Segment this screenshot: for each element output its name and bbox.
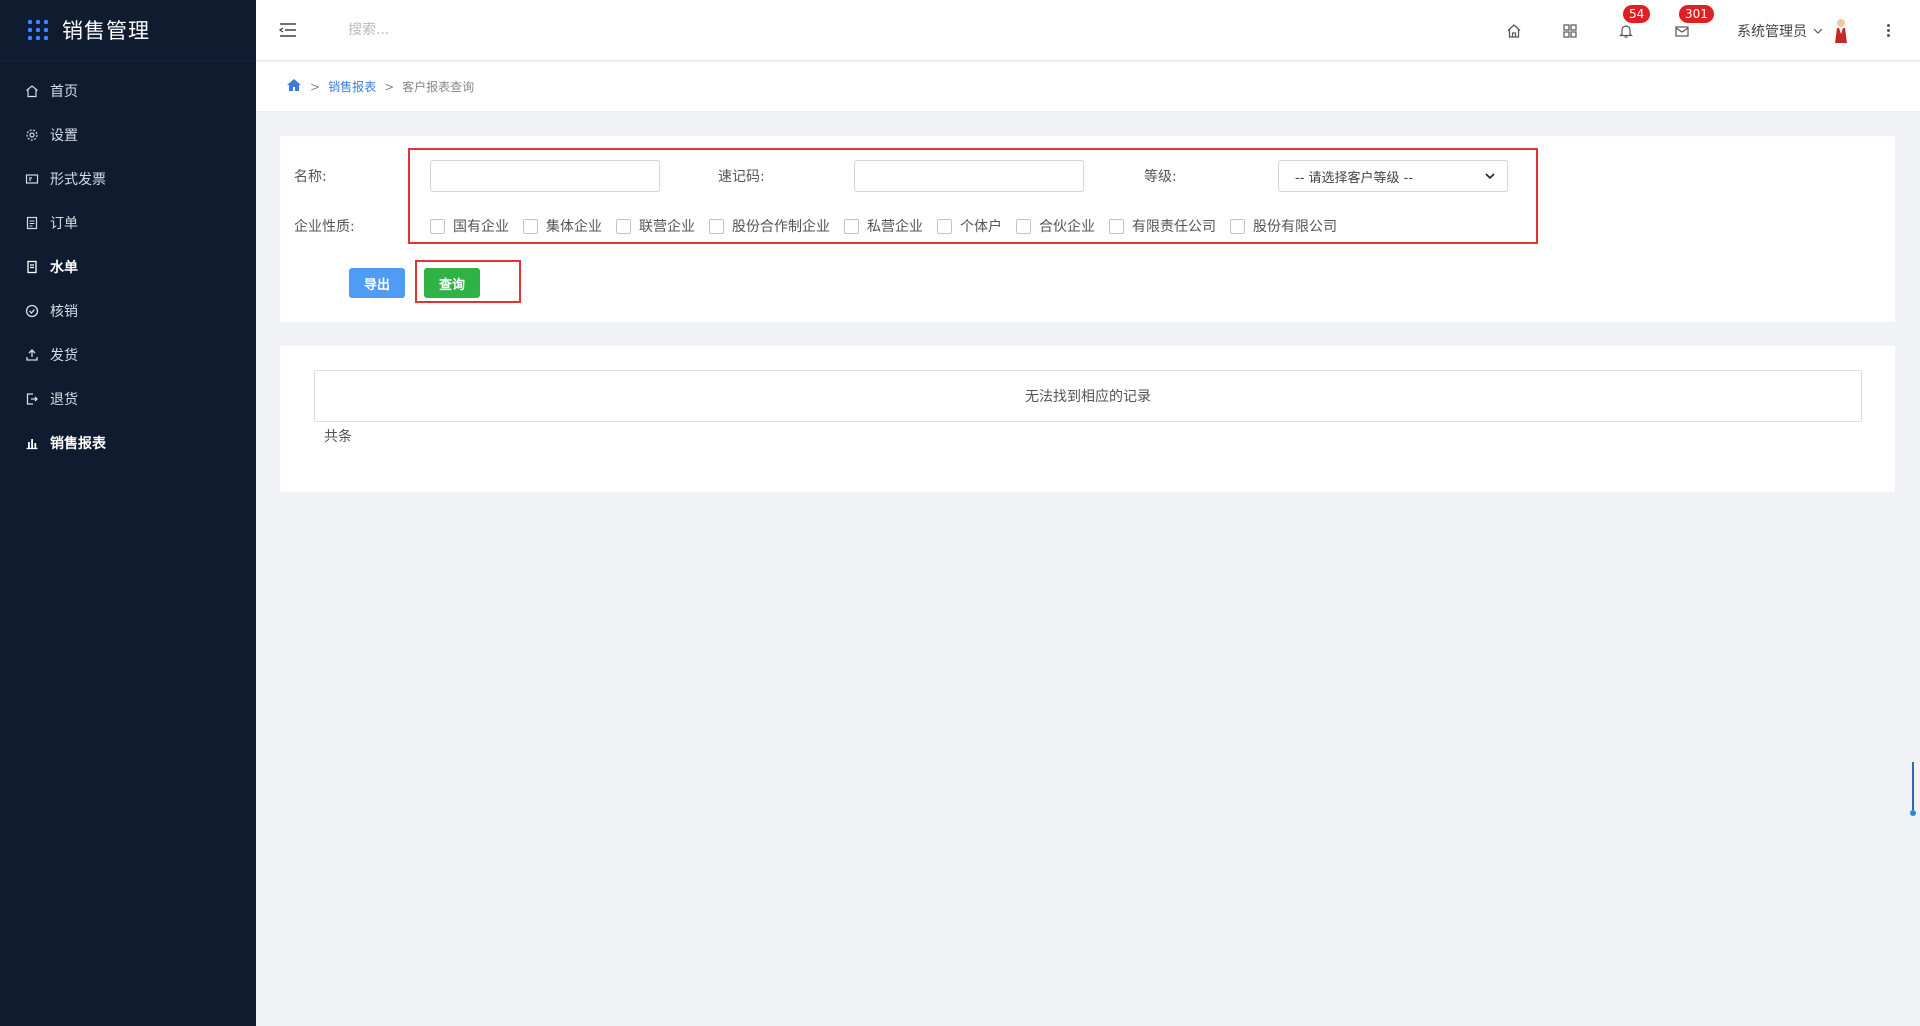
breadcrumb: > 销售报表 > 客户报表查询 [256, 62, 1920, 112]
nature-checkbox-7[interactable]: 有限责任公司 [1109, 216, 1216, 236]
chevron-down-icon[interactable] [1813, 23, 1823, 39]
user-name[interactable]: 系统管理员 [1737, 21, 1807, 41]
sidebar-item-5[interactable]: 核销 [0, 289, 256, 333]
scroll-indicator[interactable] [1910, 762, 1916, 818]
checkbox-label: 个体户 [960, 219, 1002, 235]
sidebar-item-7[interactable]: 退货 [0, 377, 256, 421]
sidebar-item-label: 首页 [50, 84, 78, 100]
nature-checkbox-6[interactable]: 合伙企业 [1016, 216, 1095, 236]
nature-checkbox-8[interactable]: 股份有限公司 [1230, 216, 1337, 236]
sidebar: 销售管理 首页设置形式发票订单水单核销发货退货销售报表 [0, 0, 256, 1026]
top-header: 54 301 系统管理员 [256, 0, 1920, 61]
breadcrumb-separator: > [384, 79, 395, 94]
receipt-icon [24, 259, 40, 275]
checkbox-box[interactable] [1109, 218, 1124, 234]
export-button[interactable]: 导出 [349, 268, 405, 298]
sidebar-item-label: 设置 [50, 128, 78, 144]
sidebar-item-label: 订单 [50, 216, 78, 232]
search-input[interactable] [348, 22, 648, 38]
checkbox-box[interactable] [430, 218, 445, 234]
brand: 销售管理 [0, 0, 256, 61]
gear-icon [24, 127, 40, 143]
checkbox-box[interactable] [844, 218, 859, 234]
sidebar-item-8[interactable]: 销售报表 [0, 421, 256, 465]
name-input[interactable] [430, 160, 660, 192]
sidebar-menu: 首页设置形式发票订单水单核销发货退货销售报表 [0, 69, 256, 465]
sidebar-item-6[interactable]: 发货 [0, 333, 256, 377]
chevron-down-icon [1485, 170, 1495, 185]
checkbox-box[interactable] [937, 218, 952, 234]
empty-table: 无法找到相应的记录 [314, 370, 1862, 422]
apps-grid-icon [28, 20, 48, 40]
breadcrumb-separator: > [310, 79, 321, 94]
sidebar-item-0[interactable]: 首页 [0, 69, 256, 113]
nature-label: 企业性质: [294, 219, 355, 235]
nature-checkbox-5[interactable]: 个体户 [937, 216, 1002, 236]
upload-icon [24, 347, 40, 363]
name-label: 名称: [294, 169, 327, 185]
checkbox-label: 合伙企业 [1039, 219, 1095, 235]
bell-icon[interactable]: 54 [1615, 4, 1651, 42]
checkbox-box[interactable] [523, 218, 538, 234]
checkbox-label: 私营企业 [867, 219, 923, 235]
sidebar-item-label: 发货 [50, 348, 78, 364]
total-count: 共条 [324, 429, 352, 445]
sidebar-item-label: 水单 [50, 260, 78, 276]
sidebar-item-2[interactable]: 形式发票 [0, 157, 256, 201]
checkbox-box[interactable] [709, 218, 724, 234]
empty-message: 无法找到相应的记录 [1025, 389, 1151, 405]
checkbox-label: 国有企业 [453, 219, 509, 235]
bar-chart-icon [24, 435, 40, 451]
result-panel: 无法找到相应的记录 共条 [280, 346, 1895, 492]
level-label: 等级: [1144, 169, 1177, 185]
code-label: 速记码: [718, 169, 765, 185]
grid-icon[interactable] [1559, 20, 1581, 42]
sidebar-item-label: 核销 [50, 304, 78, 320]
level-select-value: -- 请选择客户等级 -- [1295, 170, 1414, 186]
nature-checkbox-3[interactable]: 股份合作制企业 [709, 216, 830, 236]
sidebar-item-4[interactable]: 水单 [0, 245, 256, 289]
return-icon [24, 391, 40, 407]
breadcrumb-current: 客户报表查询 [402, 80, 475, 94]
invoice-icon [24, 171, 40, 187]
nature-checkbox-0[interactable]: 国有企业 [430, 216, 509, 236]
level-select[interactable]: -- 请选择客户等级 -- [1278, 160, 1508, 192]
nature-checkbox-group: 国有企业 集体企业 联营企业 股份合作制企业 私营企业 个体户 合伙企业 有限责任公司 股份有限… [430, 216, 1351, 236]
order-icon [24, 215, 40, 231]
sidebar-item-1[interactable]: 设置 [0, 113, 256, 157]
check-circle-icon [24, 303, 40, 319]
query-button[interactable]: 查询 [424, 268, 480, 298]
checkbox-label: 有限责任公司 [1132, 219, 1216, 235]
notification-badge: 54 [1623, 4, 1651, 23]
checkbox-label: 股份合作制企业 [732, 219, 830, 235]
mail-icon[interactable]: 301 [1671, 4, 1714, 42]
sidebar-item-label: 退货 [50, 392, 78, 408]
breadcrumb-sales-report[interactable]: 销售报表 [328, 78, 376, 95]
filter-panel: 名称: 速记码: 等级: -- 请选择客户等级 -- 企业性质: 国有企业 集体企… [280, 136, 1895, 322]
checkbox-box[interactable] [616, 218, 631, 234]
message-badge: 301 [1679, 4, 1714, 23]
sidebar-item-label: 销售报表 [50, 436, 106, 452]
checkbox-box[interactable] [1230, 218, 1245, 234]
sidebar-item-label: 形式发票 [50, 172, 106, 188]
checkbox-label: 集体企业 [546, 219, 602, 235]
menu-toggle-icon[interactable] [278, 20, 298, 40]
nature-checkbox-4[interactable]: 私营企业 [844, 216, 923, 236]
home-icon [24, 83, 40, 99]
more-vertical-icon[interactable] [1887, 23, 1890, 38]
nature-checkbox-2[interactable]: 联营企业 [616, 216, 695, 236]
avatar[interactable] [1831, 18, 1851, 44]
home-icon[interactable] [286, 78, 302, 95]
app-title: 销售管理 [62, 19, 150, 43]
sidebar-item-3[interactable]: 订单 [0, 201, 256, 245]
code-input[interactable] [854, 160, 1084, 192]
home-icon[interactable] [1503, 20, 1525, 42]
checkbox-label: 联营企业 [639, 219, 695, 235]
checkbox-label: 股份有限公司 [1253, 219, 1337, 235]
checkbox-box[interactable] [1016, 218, 1031, 234]
nature-checkbox-1[interactable]: 集体企业 [523, 216, 602, 236]
